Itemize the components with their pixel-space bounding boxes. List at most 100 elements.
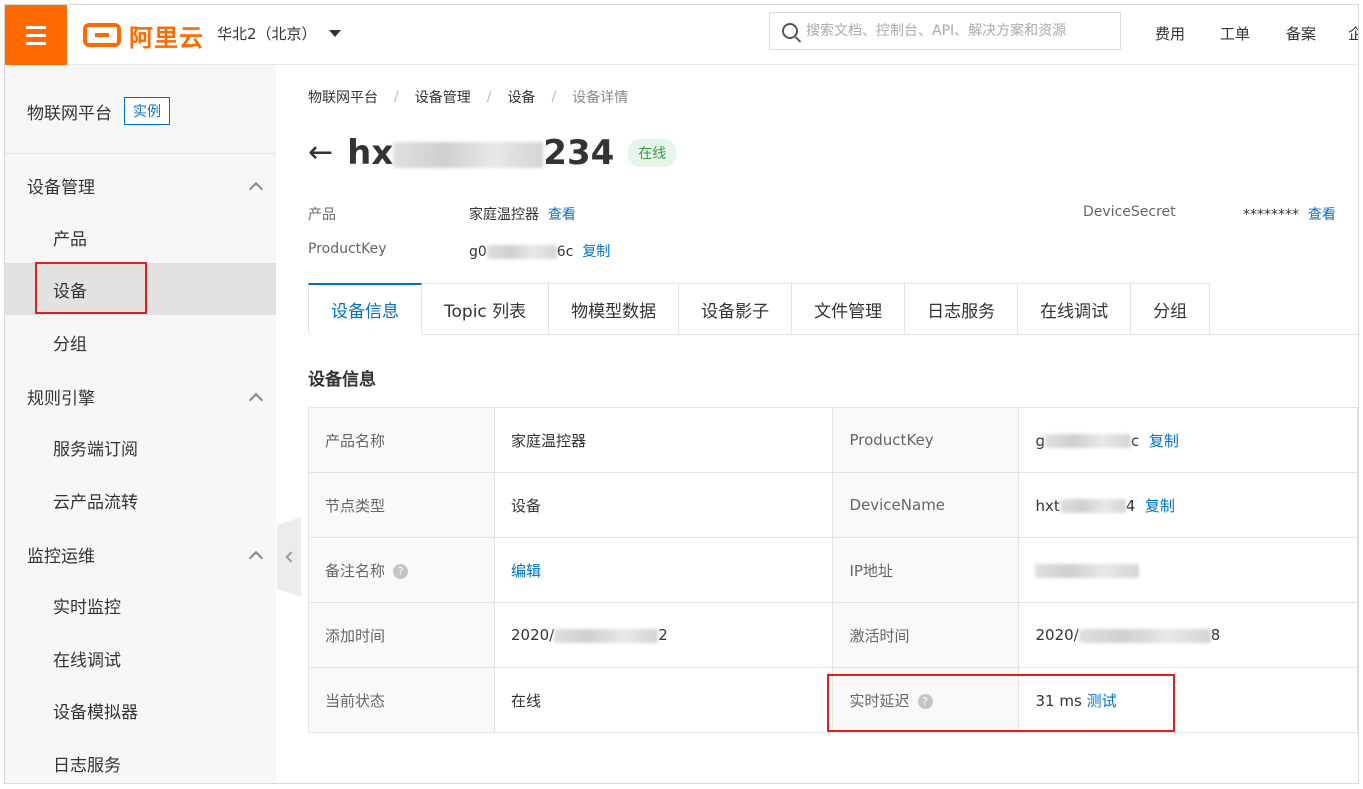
breadcrumb-devices[interactable]: 设备	[507, 87, 535, 107]
tab-device-info[interactable]: 设备信息	[308, 283, 422, 335]
product-name-value: 家庭温控器	[493, 407, 834, 473]
sidebar-item-device-simulator[interactable]: 设备模拟器	[5, 684, 276, 736]
tab-groups[interactable]: 分组	[1131, 283, 1211, 335]
highlight-box-latency	[827, 674, 1175, 732]
caret-down-icon	[328, 30, 341, 37]
chevron-up-icon	[248, 550, 264, 565]
top-link-icp[interactable]: 备案	[1286, 23, 1316, 44]
productkey-row-label: ProductKey	[832, 407, 1020, 473]
devicesecret-value: ******** 查看	[1243, 207, 1336, 223]
table-row: 备注名称? 编辑 IP地址	[308, 537, 1358, 603]
search-input[interactable]	[806, 23, 1106, 39]
sidebar-item-online-debug[interactable]: 在线调试	[5, 632, 276, 684]
sidebar-item-label: 在线调试	[53, 650, 121, 671]
edit-alias-link[interactable]: 编辑	[511, 562, 541, 580]
sidebar-group-monitoring[interactable]: 监控运维	[27, 542, 267, 567]
sidebar-item-label: 云产品流转	[53, 492, 138, 513]
breadcrumb: 物联网平台 / 设备管理 / 设备 / 设备详情	[308, 87, 629, 107]
region-label: 华北2（北京）	[217, 25, 317, 43]
productkey-value: g0 6c 复制	[469, 244, 611, 260]
sidebar-group-label: 规则引擎	[27, 389, 95, 409]
alias-label: 备注名称?	[308, 537, 495, 603]
masked-device-id	[393, 141, 544, 168]
productkey-row-value: gc 复制	[1018, 407, 1358, 473]
sidebar: 物联网平台 实例 设备管理 产品 设备 分组 规则引擎 服务端订阅 云产品流转 …	[5, 65, 276, 783]
sidebar-item-data-forwarding[interactable]: 云产品流转	[5, 474, 276, 526]
brand-name: 阿里云	[129, 23, 204, 52]
chevron-left-icon	[285, 551, 297, 563]
table-row: 产品名称 家庭温控器 ProductKey gc 复制	[308, 407, 1358, 473]
aliyun-logo[interactable]: 阿里云	[83, 19, 204, 52]
region-selector[interactable]: 华北2（北京）	[217, 23, 341, 44]
copy-devicename-link[interactable]: 复制	[1145, 497, 1175, 515]
tab-device-shadow[interactable]: 设备影子	[679, 283, 793, 335]
table-row: 添加时间 2020/2 激活时间 2020/8	[308, 602, 1358, 668]
status-badge: 在线	[628, 139, 677, 167]
chevron-up-icon	[248, 392, 264, 407]
detail-tabs: 设备信息 Topic 列表 物模型数据 设备影子 文件管理 日志服务 在线调试 …	[308, 283, 1358, 335]
ip-address-value	[1018, 537, 1358, 603]
top-link-enterprise[interactable]: 企	[1348, 23, 1358, 44]
devicesecret-label: DeviceSecret	[1083, 204, 1176, 220]
chevron-up-icon	[248, 181, 264, 196]
view-product-link[interactable]: 查看	[548, 207, 576, 223]
tab-topic-list[interactable]: Topic 列表	[422, 283, 550, 335]
sidebar-item-label: 设备模拟器	[53, 702, 138, 723]
view-devicesecret-link[interactable]: 查看	[1308, 207, 1336, 223]
copy-productkey-row-link[interactable]: 复制	[1149, 432, 1179, 450]
sidebar-item-groups[interactable]: 分组	[5, 316, 276, 368]
hamburger-icon	[26, 25, 46, 29]
current-status-value: 在线	[493, 667, 834, 733]
sidebar-group-label: 监控运维	[27, 547, 95, 567]
highlight-box-devices	[35, 262, 147, 314]
page-title: hx 234	[347, 133, 615, 173]
node-type-value: 设备	[493, 472, 834, 538]
breadcrumb-device-management[interactable]: 设备管理	[415, 87, 471, 107]
activated-time-value: 2020/8	[1018, 602, 1358, 668]
tab-online-debug[interactable]: 在线调试	[1018, 283, 1132, 335]
aliyun-logo-icon	[83, 23, 121, 47]
table-row: 节点类型 设备 DeviceName hxt 4 复制	[308, 472, 1358, 538]
page-title-row: ← hx 234 在线	[308, 133, 677, 173]
tab-thing-model-data[interactable]: 物模型数据	[549, 283, 680, 335]
sidebar-group-rules-engine[interactable]: 规则引擎	[27, 384, 267, 409]
tab-log-service[interactable]: 日志服务	[905, 283, 1019, 335]
sidebar-item-server-subscription[interactable]: 服务端订阅	[5, 421, 276, 473]
instance-badge[interactable]: 实例	[124, 97, 170, 125]
sidebar-item-label: 实时监控	[53, 597, 121, 618]
sidebar-item-label: 产品	[53, 229, 87, 250]
tab-file-management[interactable]: 文件管理	[792, 283, 906, 335]
breadcrumb-iot-platform[interactable]: 物联网平台	[308, 87, 378, 107]
top-link-billing[interactable]: 费用	[1155, 23, 1185, 44]
sidebar-item-products[interactable]: 产品	[5, 211, 276, 263]
section-title: 设备信息	[308, 370, 376, 390]
alias-value: 编辑	[493, 537, 834, 603]
node-type-label: 节点类型	[308, 472, 495, 538]
top-link-tickets[interactable]: 工单	[1220, 23, 1250, 44]
sidebar-collapse-button[interactable]	[277, 517, 301, 597]
devicename-label: DeviceName	[832, 472, 1020, 538]
global-search[interactable]	[769, 12, 1121, 50]
sidebar-item-realtime-monitoring[interactable]: 实时监控	[5, 579, 276, 631]
copy-productkey-link[interactable]: 复制	[582, 244, 610, 260]
sidebar-group-device-management[interactable]: 设备管理	[27, 173, 267, 198]
added-time-label: 添加时间	[308, 602, 495, 668]
productkey-label: ProductKey	[308, 241, 387, 257]
sidebar-item-label: 服务端订阅	[53, 439, 138, 460]
product-name-label: 产品名称	[308, 407, 495, 473]
search-icon	[782, 23, 798, 39]
product-label: 产品	[308, 207, 336, 223]
console-window: 阿里云 华北2（北京） 费用 工单 备案 企 物联网平台 实例 设备管理 产品 …	[4, 4, 1359, 784]
added-time-value: 2020/2	[493, 602, 834, 668]
arrow-left-icon[interactable]: ←	[308, 138, 333, 168]
sidebar-item-log-service[interactable]: 日志服务	[5, 737, 276, 783]
ip-address-label: IP地址	[832, 537, 1020, 603]
sidebar-title: 物联网平台	[27, 103, 112, 124]
top-bar: 阿里云 华北2（北京） 费用 工单 备案 企	[5, 5, 1358, 65]
hamburger-menu-button[interactable]	[5, 5, 67, 65]
sidebar-group-label: 设备管理	[27, 178, 95, 198]
sidebar-header: 物联网平台 实例	[27, 97, 170, 125]
sidebar-item-label: 分组	[53, 334, 87, 355]
question-circle-icon[interactable]: ?	[393, 563, 409, 579]
current-status-label: 当前状态	[308, 667, 495, 733]
